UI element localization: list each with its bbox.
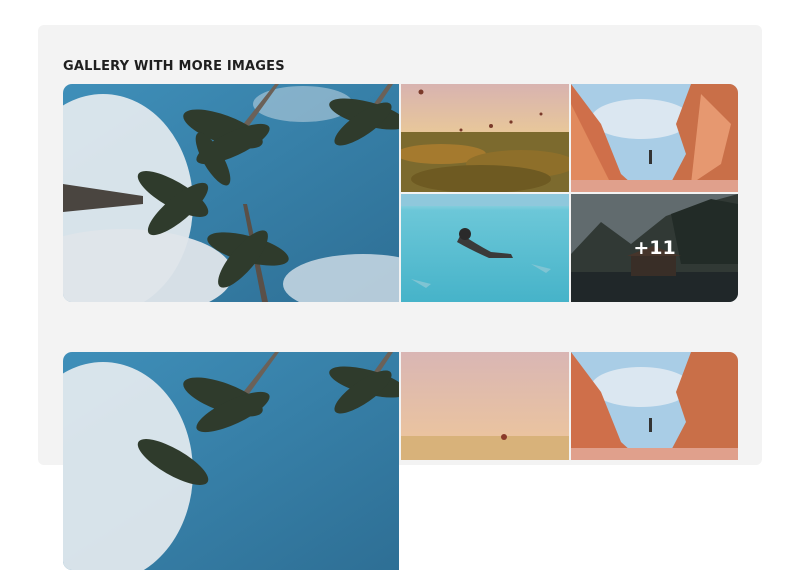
gallery-image-canyon[interactable] <box>571 352 738 460</box>
gallery-image-underwater[interactable] <box>401 194 569 302</box>
more-images-count: +11 <box>571 194 738 302</box>
gallery-image-lake-cabin[interactable]: +11 <box>571 194 738 302</box>
gallery-image-balloons[interactable] <box>401 352 569 460</box>
gallery-image-balloons[interactable] <box>401 84 569 192</box>
image-gallery-2 <box>63 352 738 570</box>
gallery-title: GALLERY WITH MORE IMAGES <box>63 59 285 74</box>
image-gallery: +11 <box>63 84 738 302</box>
gallery-image-palm-trees[interactable] <box>63 352 399 570</box>
gallery-image-palm-trees[interactable] <box>63 84 399 302</box>
gallery-image-canyon[interactable] <box>571 84 738 192</box>
